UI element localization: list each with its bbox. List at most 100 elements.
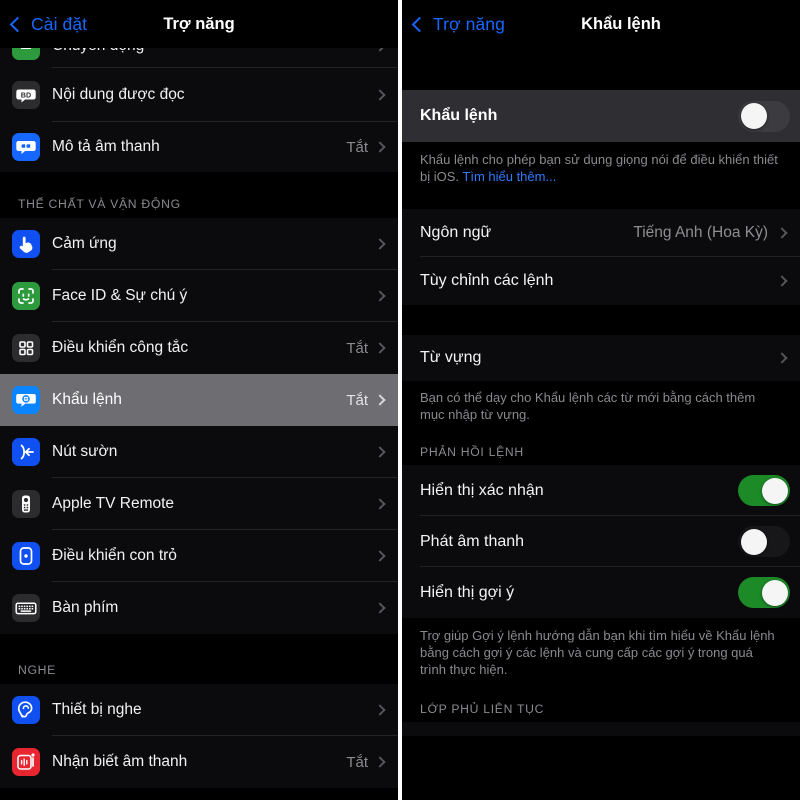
row-voice-control-toggle[interactable]: Khẩu lệnh (402, 90, 800, 142)
list-item-label: Điều khiển công tắc (52, 339, 189, 356)
list-item-label: Cảm ứng (52, 235, 117, 252)
list-item-label: Apple TV Remote (52, 495, 175, 512)
group-gap (0, 634, 398, 656)
vocabulary-footnote: Bạn có thể dạy cho Khẩu lệnh các từ mới … (402, 381, 800, 433)
right-navbar: Trợ năng Khẩu lệnh (402, 0, 800, 48)
hearing-devices-icon (12, 696, 40, 724)
list-item-label: Bàn phím (52, 599, 119, 616)
row-play-sound[interactable]: Phát âm thanh (402, 516, 800, 567)
list-group-vocabulary: Từ vựng (402, 335, 800, 381)
row-vocabulary[interactable]: Từ vựng (402, 335, 800, 381)
section-header-physical: THỂ CHẤT VÀ VẬN ĐỘNG (0, 190, 398, 218)
chevron-right-icon (374, 238, 386, 250)
row-show-hints[interactable]: Hiển thị gợi ý (402, 567, 800, 618)
list-item-label: Điều khiển con trỏ (52, 547, 177, 564)
section-header-hearing: NGHE (0, 656, 398, 684)
chevron-left-icon (9, 16, 26, 32)
list-item-hearing-devices[interactable]: Thiết bị nghe (0, 684, 398, 736)
left-navbar: Cài đặt Trợ năng (0, 0, 398, 48)
list-item-voice-control[interactable]: Khẩu lệnh Tắt (0, 374, 398, 426)
row-label: Tùy chỉnh các lệnh (420, 272, 554, 289)
show-confirmation-toggle[interactable] (738, 475, 790, 506)
chevron-right-icon (374, 89, 386, 101)
list-item-keyboard[interactable]: Bàn phím (0, 582, 398, 634)
chevron-right-icon (374, 342, 386, 354)
chevron-right-icon (374, 446, 386, 458)
chevron-right-icon (374, 550, 386, 562)
list-group-physical: Cảm ứng Face ID & Sự chú ý Điều khiển cô… (0, 218, 398, 634)
list-item-spoken-content[interactable]: BD Nội dung được đọc (0, 68, 398, 122)
audio-descriptions-icon (12, 133, 40, 161)
spoken-content-icon: BD (12, 81, 40, 109)
group-gap (402, 305, 800, 335)
row-label: Hiển thị gợi ý (420, 583, 515, 601)
list-item-side-button[interactable]: Nút sườn (0, 426, 398, 478)
chevron-right-icon (776, 227, 788, 239)
list-item-pointer-control[interactable]: Điều khiển con trỏ (0, 530, 398, 582)
group-gap (0, 172, 398, 190)
toggle-knob (740, 528, 767, 555)
row-language[interactable]: Ngôn ngữ Tiếng Anh (Hoa Kỳ) (402, 209, 800, 257)
sound-recognition-icon (12, 748, 40, 776)
voice-control-toggle[interactable] (738, 100, 790, 132)
switch-control-icon (12, 334, 40, 362)
voice-control-settings-screen: Trợ năng Khẩu lệnh Khẩu lệnh Khẩu lệnh c… (402, 0, 800, 800)
chevron-right-icon (776, 275, 788, 287)
list-item-label: Nội dung được đọc (52, 86, 185, 103)
side-button-icon (12, 438, 40, 466)
learn-more-link[interactable]: Tìm hiểu thêm... (462, 169, 556, 184)
list-item-motion[interactable]: Chuyển động (0, 48, 398, 68)
toggle-knob (740, 103, 767, 129)
list-item-label: Mô tả âm thanh (52, 138, 160, 155)
row-show-confirmation[interactable]: Hiển thị xác nhận (402, 465, 800, 516)
chevron-right-icon (374, 141, 386, 153)
list-item-value: Tắt (346, 339, 368, 357)
chevron-left-icon (411, 16, 428, 32)
toggle-knob (761, 477, 788, 504)
show-hints-toggle[interactable] (738, 577, 790, 608)
row-label: Từ vựng (420, 349, 482, 366)
list-group-hearing: Thiết bị nghe Nhận biết âm thanh Tắt (0, 684, 398, 788)
chevron-right-icon (374, 704, 386, 716)
list-item-label: Nút sườn (52, 443, 118, 460)
back-button-settings[interactable]: Cài đặt (0, 14, 87, 35)
voice-control-icon (12, 386, 40, 414)
list-item-touch[interactable]: Cảm ứng (0, 218, 398, 270)
chevron-right-icon (776, 352, 788, 364)
chevron-right-icon (374, 290, 386, 302)
list-item-apple-tv-remote[interactable]: Apple TV Remote (0, 478, 398, 530)
row-customize-commands[interactable]: Tùy chỉnh các lệnh (402, 257, 800, 305)
accessibility-settings-screen: Cài đặt Trợ năng Chuyển động BD (0, 0, 398, 800)
play-sound-toggle[interactable] (738, 526, 790, 557)
back-button-label: Cài đặt (31, 13, 88, 34)
list-item-label: Thiết bị nghe (52, 701, 142, 718)
list-group-main-toggle: Khẩu lệnh (402, 90, 800, 142)
touch-icon (12, 230, 40, 258)
keyboard-icon (12, 594, 40, 622)
list-item-value: Tắt (346, 753, 368, 771)
chevron-right-icon (374, 48, 386, 52)
section-header-command-feedback: PHẢN HỒI LỆNH (402, 433, 800, 465)
list-item-value: Tắt (346, 391, 368, 409)
row-label: Ngôn ngữ (420, 224, 492, 241)
section-header-continuous-overlay: LỚP PHỦ LIÊN TỤC (402, 688, 800, 722)
row-value: Tiếng Anh (Hoa Kỳ) (633, 224, 768, 241)
pointer-control-icon (12, 542, 40, 570)
apple-tv-remote-icon (12, 490, 40, 518)
group-gap (402, 195, 800, 209)
list-item-label: Nhận biết âm thanh (52, 753, 188, 770)
chevron-right-icon (374, 756, 386, 768)
back-button-accessibility[interactable]: Trợ năng (402, 14, 505, 35)
list-item-switch-control[interactable]: Điều khiển công tắc Tắt (0, 322, 398, 374)
list-item-sound-recognition[interactable]: Nhận biết âm thanh Tắt (0, 736, 398, 788)
list-group-overlay (402, 722, 800, 736)
list-item-label: Khẩu lệnh (52, 391, 122, 408)
list-group-reading: BD Nội dung được đọc Mô tả âm thanh Tắt (0, 68, 398, 172)
list-item-audio-descriptions[interactable]: Mô tả âm thanh Tắt (0, 122, 398, 172)
hints-footnote: Trợ giúp Gợi ý lệnh hướng dẫn bạn khi tì… (402, 618, 800, 688)
list-item-label: Face ID & Sự chú ý (52, 287, 188, 304)
list-item-value: Tắt (346, 138, 368, 156)
face-id-icon (12, 282, 40, 310)
motion-icon (12, 48, 40, 60)
list-item-face-id[interactable]: Face ID & Sự chú ý (0, 270, 398, 322)
